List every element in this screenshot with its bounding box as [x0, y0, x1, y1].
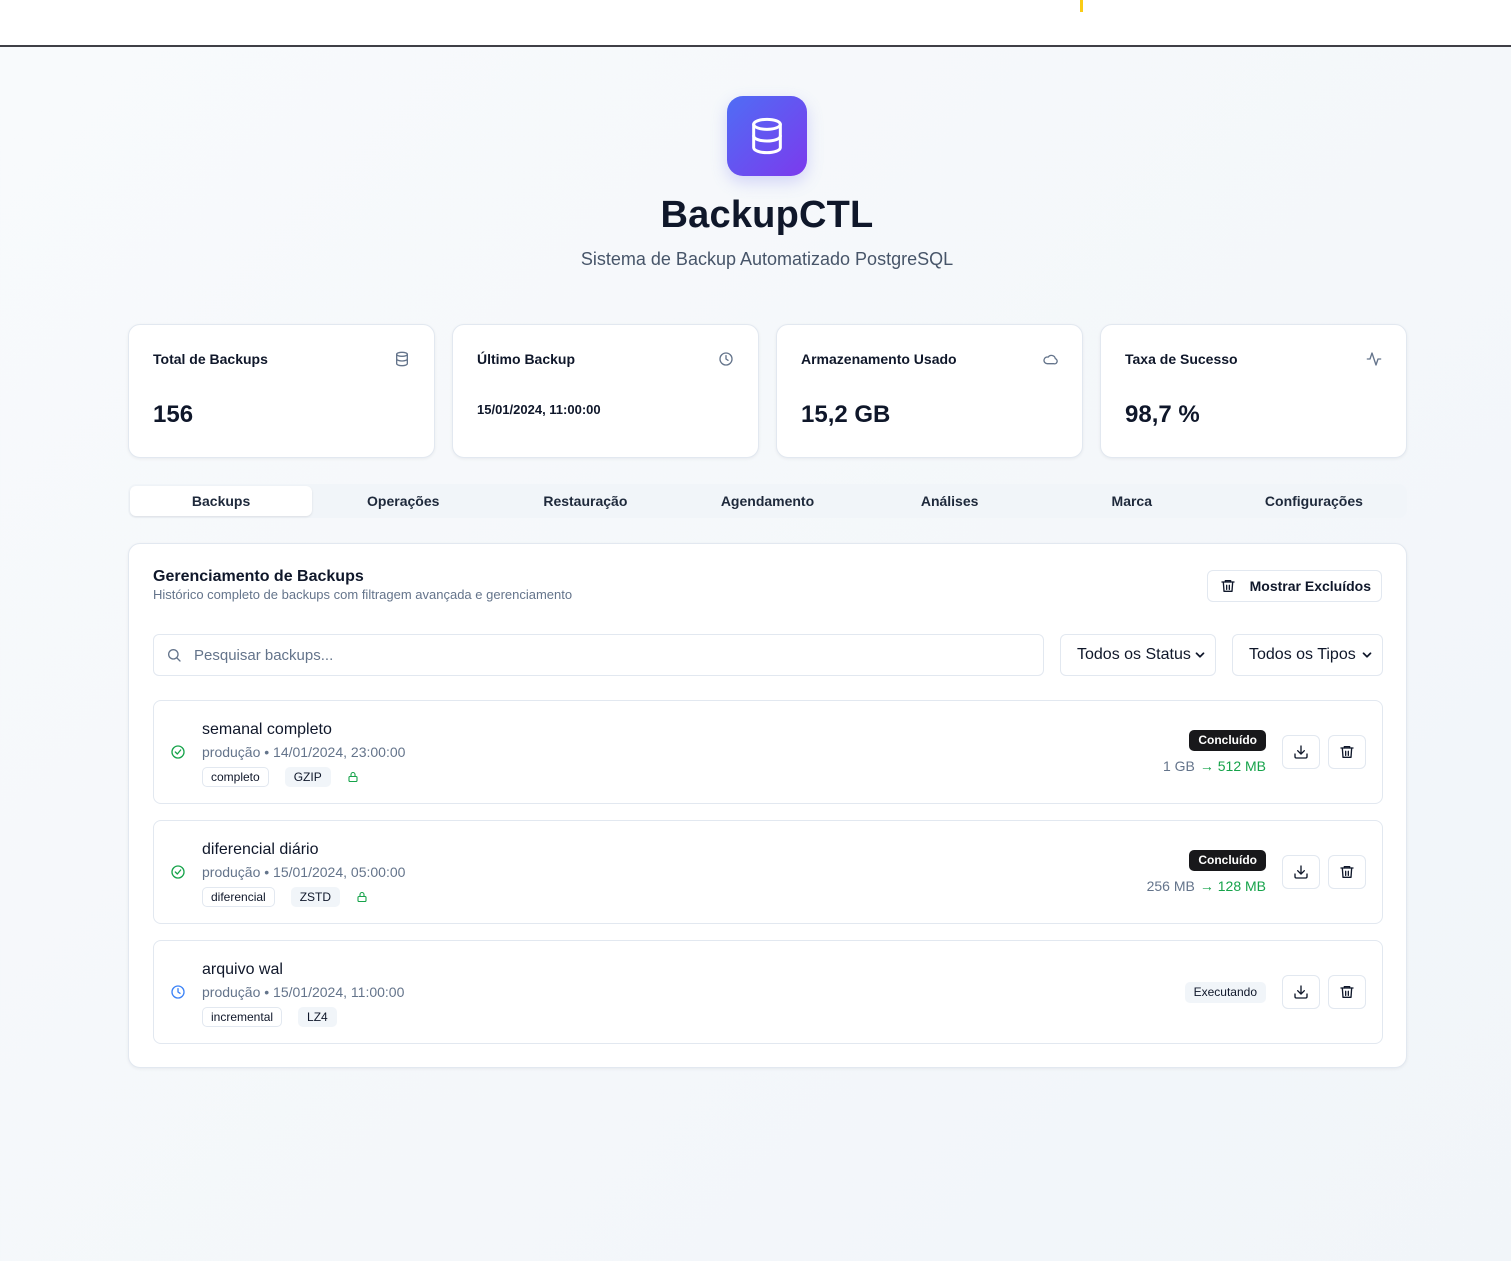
check-circle-icon — [171, 865, 185, 879]
type-tag: incremental — [202, 1007, 283, 1027]
compression-tag: ZSTD — [290, 887, 341, 907]
trash-icon — [1340, 866, 1354, 878]
backup-tags: completo GZIP — [202, 767, 359, 787]
tab-settings[interactable]: Configurações — [1223, 486, 1405, 516]
type-filter-value: Todos os Tipos — [1249, 646, 1356, 663]
status-badge: Concluído — [1189, 730, 1266, 751]
stats-row: Total de Backups 156 Último Backup 15/01… — [128, 324, 1407, 458]
main-tabs: Backups Operações Restauração Agendament… — [128, 484, 1407, 518]
panel-description: Histórico completo de backups com filtra… — [153, 587, 573, 602]
status-badge: Executando — [1184, 982, 1266, 1003]
tab-operations[interactable]: Operações — [312, 486, 494, 516]
trash-icon — [1340, 746, 1354, 758]
lock-icon — [357, 891, 367, 903]
backup-row: semanal completo produção • 14/01/2024, … — [153, 700, 1383, 804]
stat-value: 15,2 GB — [801, 401, 891, 428]
app-header: BackupCTL Sistema de Backup Automatizado… — [0, 96, 1511, 270]
tab-restore[interactable]: Restauração — [494, 486, 676, 516]
backup-meta: produção • 14/01/2024, 23:00:00 — [202, 744, 406, 760]
backup-row: arquivo wal produção • 15/01/2024, 11:00… — [153, 940, 1383, 1044]
download-icon — [1294, 865, 1308, 879]
compression-tag: GZIP — [284, 767, 331, 787]
browser-top-bar — [0, 0, 1511, 47]
original-size: 1 GB — [1162, 758, 1195, 774]
app-title: BackupCTL — [660, 194, 874, 236]
status-filter-select[interactable]: Todos os Status — [1060, 634, 1216, 676]
type-filter-select[interactable]: Todos os Tipos — [1232, 634, 1383, 676]
compressed-size: → 128 MB — [1199, 878, 1266, 894]
show-deleted-button[interactable]: Mostrar Excluídos — [1206, 570, 1382, 602]
backup-tags: diferencial ZSTD — [202, 887, 368, 907]
download-button[interactable] — [1282, 975, 1320, 1009]
activity-icon — [1366, 352, 1382, 366]
stat-value: 156 — [153, 401, 194, 428]
app-subtitle: Sistema de Backup Automatizado PostgreSQ… — [580, 249, 954, 269]
download-button[interactable] — [1282, 855, 1320, 889]
tab-brand[interactable]: Marca — [1041, 486, 1223, 516]
tab-backups[interactable]: Backups — [130, 486, 313, 516]
stat-label: Último Backup — [477, 351, 576, 367]
delete-button[interactable] — [1328, 735, 1366, 769]
lock-icon — [348, 771, 358, 783]
backup-row: diferencial diário produção • 15/01/2024… — [153, 820, 1383, 924]
cloud-icon — [1043, 354, 1058, 365]
download-button[interactable] — [1282, 735, 1320, 769]
backup-name: arquivo wal — [202, 961, 283, 978]
top-bar-marker — [1080, 0, 1083, 12]
backup-sizes: 1 GB → 512 MB — [1163, 758, 1266, 774]
delete-button[interactable] — [1328, 855, 1366, 889]
backup-meta: produção • 15/01/2024, 05:00:00 — [202, 864, 406, 880]
delete-button[interactable] — [1328, 975, 1366, 1009]
stat-value: 98,7 % — [1125, 401, 1200, 428]
backup-meta: produção • 15/01/2024, 11:00:00 — [202, 984, 405, 1000]
backup-name: semanal completo — [202, 721, 332, 738]
status-badge: Concluído — [1189, 850, 1266, 871]
stat-card-storage-used: Armazenamento Usado 15,2 GB — [776, 324, 1083, 458]
backup-sizes: 256 MB → 128 MB — [1147, 878, 1266, 894]
compression-tag: LZ4 — [298, 1007, 337, 1027]
stat-value: 15/01/2024, 11:00:00 — [477, 402, 601, 417]
tab-schedule[interactable]: Agendamento — [676, 486, 858, 516]
trash-icon — [1220, 580, 1235, 592]
backup-name: diferencial diário — [202, 841, 319, 858]
show-deleted-label: Mostrar Excluídos — [1249, 578, 1371, 594]
chevron-down-icon — [1362, 652, 1372, 658]
stat-card-total-backups: Total de Backups 156 — [128, 324, 435, 458]
search-box — [153, 634, 1044, 676]
check-circle-icon — [171, 745, 185, 759]
search-icon — [168, 649, 181, 662]
chevron-down-icon — [1195, 652, 1205, 658]
stat-label: Total de Backups — [153, 351, 268, 367]
stat-label: Armazenamento Usado — [801, 351, 957, 367]
panel-title: Gerenciamento de Backups — [153, 568, 364, 585]
stat-card-last-backup: Último Backup 15/01/2024, 11:00:00 — [452, 324, 759, 458]
search-input[interactable] — [194, 646, 1014, 664]
database-icon — [752, 117, 782, 155]
clock-icon — [719, 352, 733, 366]
stat-label: Taxa de Sucesso — [1125, 351, 1238, 367]
trash-icon — [1340, 986, 1354, 998]
database-icon — [396, 351, 408, 367]
backup-tags: incremental LZ4 — [202, 1007, 337, 1027]
original-size: 256 MB — [1146, 878, 1195, 894]
clock-icon — [171, 985, 185, 999]
type-tag: completo — [202, 767, 269, 787]
backup-management-panel: Gerenciamento de Backups Histórico compl… — [128, 543, 1407, 1068]
app-logo — [727, 96, 807, 176]
stat-card-success-rate: Taxa de Sucesso 98,7 % — [1100, 324, 1407, 458]
type-tag: diferencial — [202, 887, 275, 907]
compressed-size: → 512 MB — [1199, 758, 1266, 774]
download-icon — [1294, 745, 1308, 759]
download-icon — [1294, 985, 1308, 999]
tab-analytics[interactable]: Análises — [859, 486, 1041, 516]
status-filter-value: Todos os Status — [1077, 646, 1191, 663]
